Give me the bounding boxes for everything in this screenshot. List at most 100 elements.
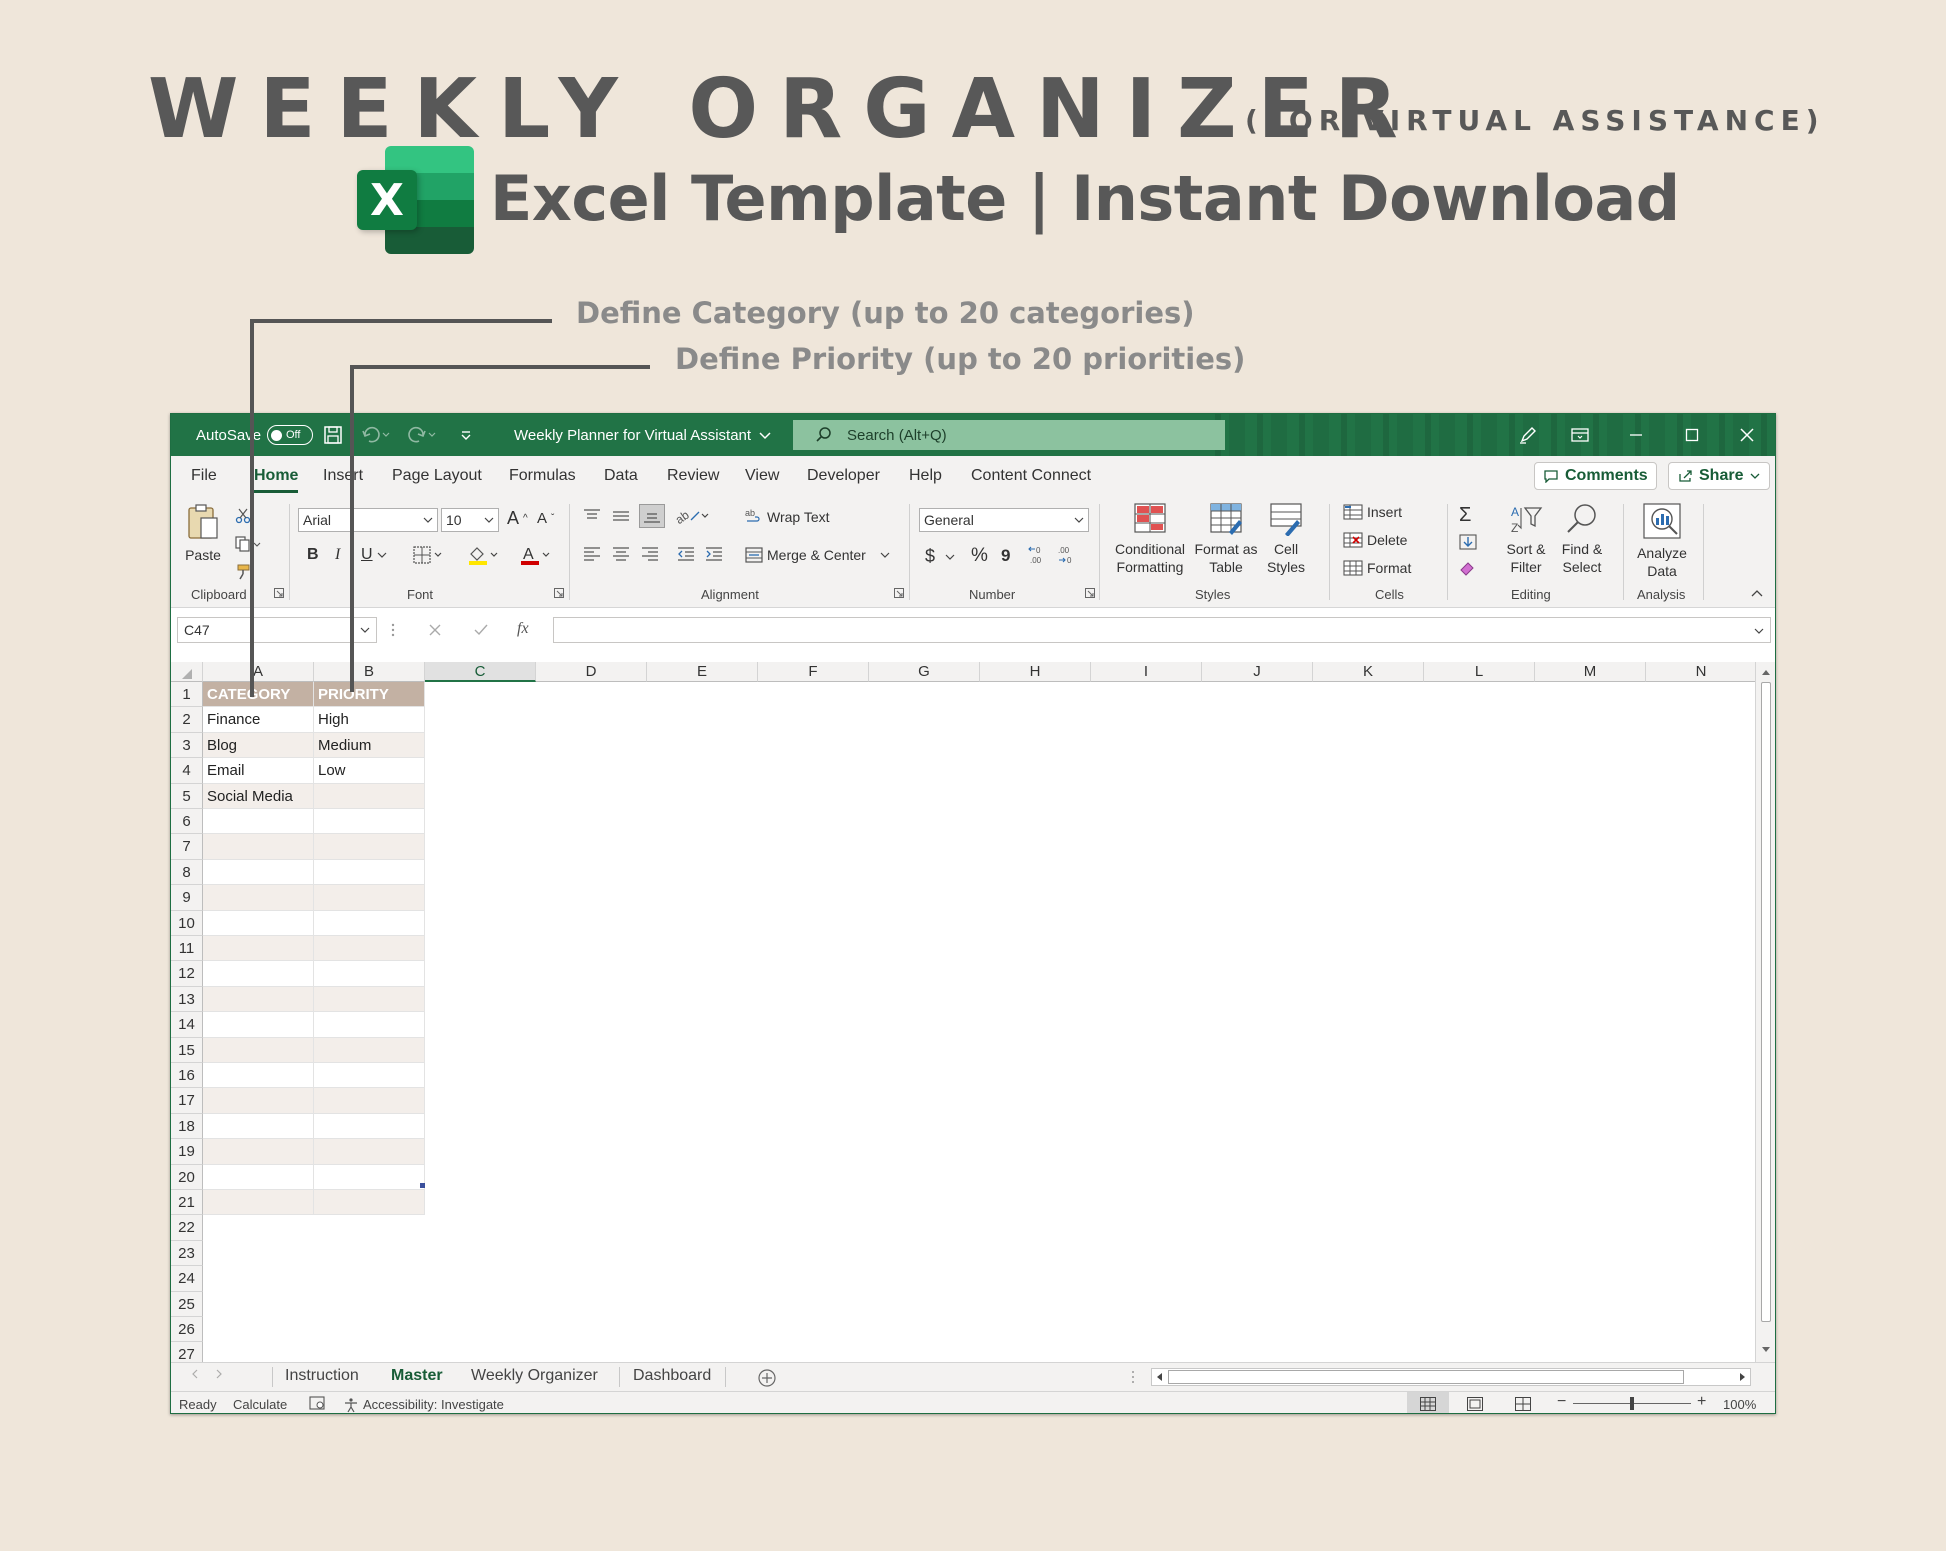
horizontal-scroll-thumb[interactable] (1168, 1370, 1684, 1384)
priority-cell[interactable] (314, 885, 425, 911)
priority-cell[interactable]: Low (314, 758, 425, 784)
row-header[interactable]: 7 (171, 834, 203, 860)
formula-input[interactable] (553, 617, 1771, 643)
format-as-table-button[interactable]: Format as Table (1193, 502, 1259, 576)
alignment-launcher-icon[interactable] (894, 588, 904, 598)
tab-help[interactable]: Help (909, 467, 942, 485)
category-cell[interactable] (203, 1088, 314, 1114)
priority-cell[interactable] (314, 1037, 425, 1063)
row-header[interactable]: 5 (171, 783, 203, 809)
priority-cell[interactable] (314, 1088, 425, 1114)
page-layout-view-icon[interactable] (1467, 1397, 1483, 1413)
increase-font-icon[interactable]: A ^ (507, 508, 528, 529)
priority-cell[interactable] (314, 1012, 425, 1038)
priority-cell[interactable]: Medium (314, 732, 425, 759)
undo-icon[interactable] (361, 414, 391, 456)
priority-cell[interactable] (314, 809, 425, 835)
category-cell[interactable] (203, 1012, 314, 1038)
tab-formulas[interactable]: Formulas (509, 467, 576, 485)
wrap-text-button[interactable]: ab Wrap Text (745, 508, 830, 526)
sheet-tab-instruction[interactable]: Instruction (285, 1367, 359, 1385)
align-center-icon[interactable] (612, 546, 630, 562)
column-header[interactable]: A (203, 662, 314, 682)
priority-cell[interactable] (314, 1190, 425, 1216)
column-header[interactable]: C (425, 662, 536, 682)
underline-button[interactable]: U (361, 546, 373, 564)
bold-button[interactable]: B (307, 546, 319, 564)
clear-icon[interactable] (1459, 560, 1479, 576)
add-sheet-icon[interactable] (757, 1368, 777, 1388)
category-cell[interactable] (203, 834, 314, 860)
category-cell[interactable] (203, 885, 314, 911)
row-header[interactable]: 18 (171, 1113, 203, 1140)
category-cell[interactable] (203, 986, 314, 1013)
comments-button[interactable]: Comments (1534, 462, 1657, 490)
zoom-in-icon[interactable]: + (1697, 1393, 1706, 1411)
category-cell[interactable]: Blog (203, 732, 314, 759)
row-header[interactable]: 17 (171, 1088, 203, 1114)
merge-center-button[interactable]: Merge & Center (745, 546, 890, 564)
fill-handle[interactable] (420, 1183, 425, 1188)
row-header[interactable]: 2 (171, 707, 203, 733)
table-header-priority[interactable]: PRIORITY (314, 682, 425, 708)
borders-icon[interactable] (413, 546, 445, 564)
font-name-select[interactable]: Arial (298, 508, 438, 532)
category-cell[interactable] (203, 1139, 314, 1165)
row-header[interactable]: 14 (171, 1012, 203, 1038)
name-box[interactable]: C47 (177, 617, 377, 643)
decrease-font-icon[interactable]: Aˇ (537, 510, 554, 527)
column-header[interactable]: B (314, 662, 425, 682)
column-header[interactable]: J (1202, 662, 1313, 682)
column-header[interactable]: K (1313, 662, 1424, 682)
macro-record-icon[interactable] (309, 1395, 327, 1413)
row-header[interactable]: 9 (171, 885, 203, 911)
zoom-out-icon[interactable]: − (1557, 1393, 1566, 1411)
scroll-tabs-right-icon[interactable] (215, 1369, 223, 1379)
align-right-icon[interactable] (641, 546, 659, 562)
autosum-icon[interactable]: Σ (1459, 504, 1471, 527)
row-header[interactable]: 24 (171, 1266, 203, 1292)
category-cell[interactable] (203, 910, 314, 936)
vertical-scroll-thumb[interactable] (1761, 682, 1771, 1322)
row-header[interactable]: 13 (171, 986, 203, 1013)
category-cell[interactable] (203, 1063, 314, 1089)
row-header[interactable]: 25 (171, 1291, 203, 1317)
italic-button[interactable]: I (335, 546, 340, 564)
scroll-down-icon[interactable] (1761, 1346, 1771, 1354)
format-painter-icon[interactable] (235, 564, 251, 580)
row-header[interactable]: 15 (171, 1037, 203, 1063)
select-all-corner[interactable] (171, 662, 203, 682)
ribbon-display-icon[interactable] (1571, 414, 1589, 456)
priority-cell[interactable] (314, 1063, 425, 1089)
category-cell[interactable] (203, 1037, 314, 1063)
worksheet-grid[interactable]: ABCDEFGHIJKLMN 1 2 3 4 5 6 7 8 9 10 11 12 13 14 15 16 17… (171, 662, 1755, 1362)
column-header[interactable]: F (758, 662, 869, 682)
increase-indent-icon[interactable] (705, 546, 723, 562)
font-size-select[interactable]: 10 (441, 508, 499, 532)
tab-data[interactable]: Data (604, 467, 638, 485)
cut-icon[interactable] (235, 508, 251, 524)
column-header[interactable]: L (1424, 662, 1535, 682)
priority-cell[interactable] (314, 859, 425, 886)
priority-cell[interactable] (314, 936, 425, 962)
sheet-tab-dashboard[interactable]: Dashboard (633, 1367, 711, 1385)
align-left-icon[interactable] (583, 546, 601, 562)
column-header[interactable]: H (980, 662, 1091, 682)
comma-style-button[interactable]: 9 (1001, 546, 1010, 566)
autosave-toggle[interactable]: Off (267, 414, 313, 456)
priority-cell[interactable] (314, 783, 425, 809)
row-header[interactable]: 19 (171, 1139, 203, 1165)
customize-toolbar-icon[interactable] (459, 414, 473, 456)
category-cell[interactable] (203, 1113, 314, 1140)
number-launcher-icon[interactable] (1085, 588, 1095, 598)
sheet-tab-weekly-organizer[interactable]: Weekly Organizer (471, 1367, 598, 1385)
category-cell[interactable] (203, 936, 314, 962)
confirm-entry-icon[interactable] (473, 622, 489, 638)
pen-icon[interactable] (1517, 414, 1539, 456)
category-cell[interactable] (203, 1164, 314, 1190)
row-header[interactable]: 16 (171, 1063, 203, 1089)
zoom-level[interactable]: 100% (1723, 1397, 1756, 1412)
chevron-down-icon[interactable] (377, 550, 387, 560)
copy-icon[interactable] (235, 536, 261, 552)
decrease-indent-icon[interactable] (677, 546, 695, 562)
